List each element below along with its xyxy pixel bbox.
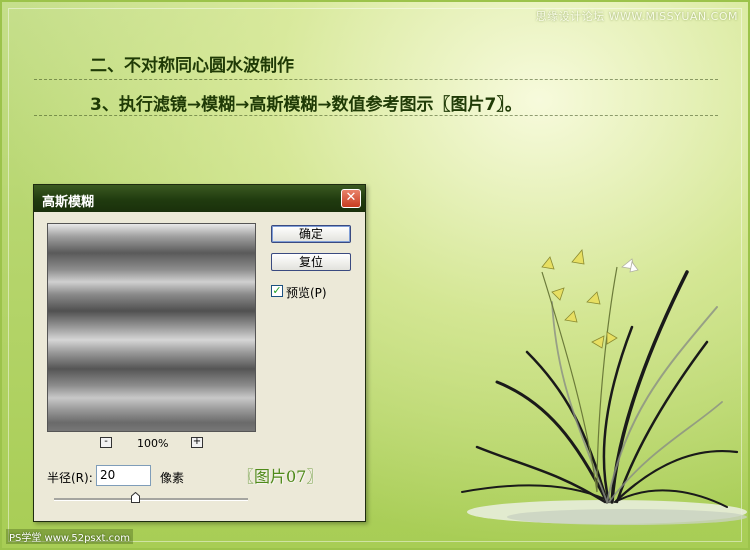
site-logo: PS学堂 www.52psxt.com (6, 529, 134, 544)
background-canvas: 思缘设计论坛 WWW.MISSYUAN.COM 二、不对称同心圆水波制作 3、执… (0, 0, 750, 550)
section-title: 二、不对称同心圆水波制作 (90, 56, 294, 76)
close-icon[interactable]: ✕ (341, 189, 361, 208)
preview-label: 预览(P) (286, 286, 327, 300)
zoom-in-button[interactable]: + (191, 437, 203, 448)
radius-input[interactable]: 20 (96, 465, 151, 486)
step-text: 3、执行滤镜→模糊→高斯模糊→数值参考图示〖图片7〗。 (90, 95, 522, 115)
site-watermark: 思缘设计论坛 WWW.MISSYUAN.COM (535, 10, 738, 23)
dialog-title: 高斯模糊 (42, 195, 95, 210)
preview-checkbox[interactable]: ✓ (271, 285, 283, 297)
check-icon: ✓ (272, 284, 282, 297)
radius-slider-track[interactable] (54, 498, 248, 501)
reset-button[interactable]: 复位 (271, 253, 351, 271)
orchid-illustration (461, 249, 747, 525)
divider-top (34, 79, 718, 80)
zoom-out-button[interactable]: - (100, 437, 112, 448)
blur-preview-pane[interactable] (47, 223, 256, 432)
dialog-titlebar[interactable]: 高斯模糊 ✕ (34, 185, 365, 212)
ok-button[interactable]: 确定 (271, 225, 351, 243)
zoom-level: 100% (137, 437, 169, 450)
divider-bottom (34, 115, 718, 116)
radius-unit: 像素 (160, 471, 185, 485)
figure-caption: 〖图片07〗 (238, 467, 323, 486)
radius-label: 半径(R): (47, 471, 93, 485)
slider-thumb-icon[interactable] (131, 492, 141, 503)
